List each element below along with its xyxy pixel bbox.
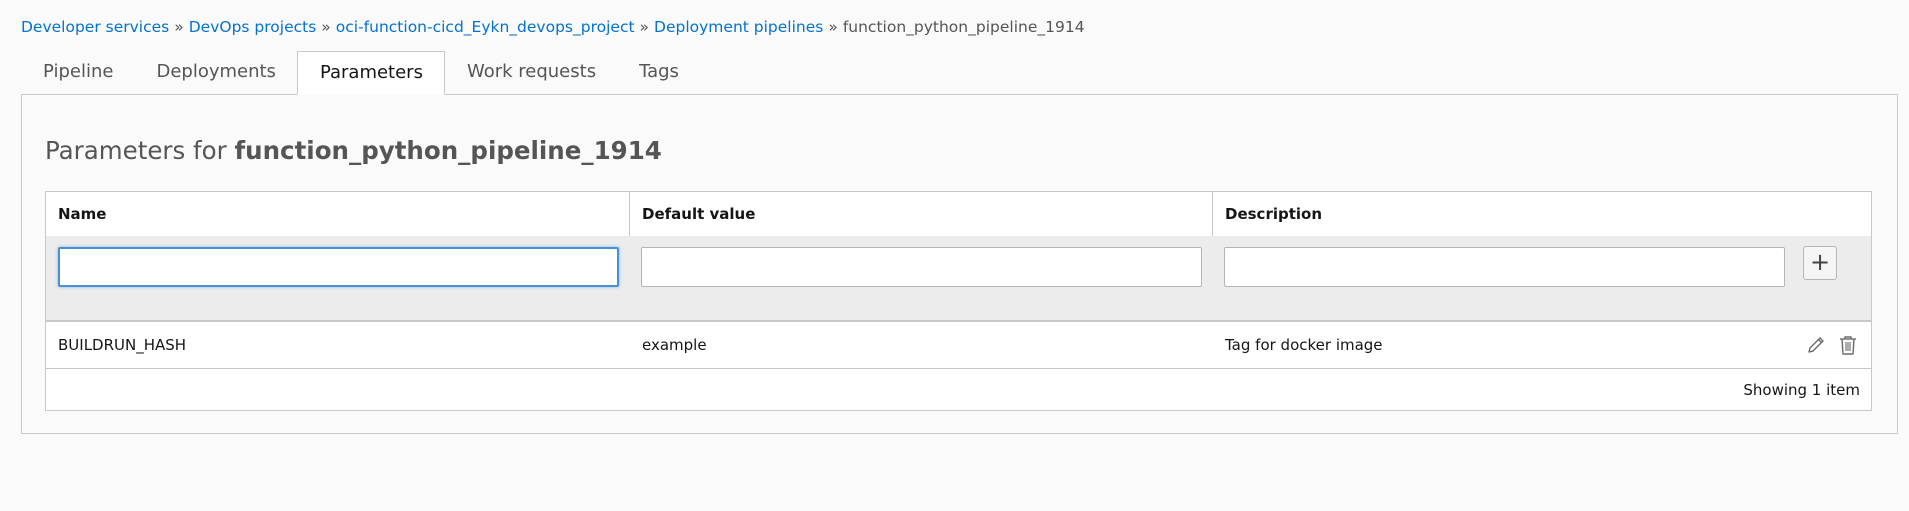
panel-title-prefix: Parameters for — [45, 136, 227, 165]
parameter-default-value: example — [642, 336, 707, 354]
breadcrumb-current: function_python_pipeline_1914 — [842, 18, 1085, 36]
panel-title-pipeline-name: function_python_pipeline_1914 — [234, 136, 662, 165]
breadcrumb-developer-services[interactable]: Developer services — [21, 18, 169, 36]
breadcrumb-separator: » — [174, 18, 184, 36]
new-parameter-row: + — [46, 236, 1871, 322]
parameter-name: BUILDRUN_HASH — [58, 336, 187, 354]
column-header-description: Description — [1225, 205, 1323, 223]
row-actions — [1805, 334, 1859, 356]
panel-title: Parameters for function_python_pipeline_… — [45, 136, 662, 165]
breadcrumb-separator: » — [639, 18, 650, 36]
tab-bar: Pipeline Deployments Parameters Work req… — [21, 51, 700, 95]
parameters-panel: Parameters for function_python_pipeline_… — [21, 94, 1898, 434]
pencil-icon[interactable] — [1805, 334, 1827, 356]
breadcrumb-separator: » — [828, 18, 838, 36]
tab-work-requests[interactable]: Work requests — [445, 51, 617, 93]
plus-icon: + — [1809, 248, 1831, 276]
tab-deployments[interactable]: Deployments — [134, 51, 296, 93]
tab-tags[interactable]: Tags — [617, 51, 700, 93]
column-header-default-value: Default value — [630, 192, 1213, 236]
new-parameter-description-input[interactable] — [1224, 247, 1785, 287]
new-parameter-default-value-input[interactable] — [641, 247, 1202, 287]
breadcrumb-separator: » — [321, 18, 331, 36]
breadcrumb-deployment-pipelines[interactable]: Deployment pipelines — [654, 18, 823, 36]
table-row: BUILDRUN_HASH example Tag for docker ima… — [46, 322, 1871, 369]
table-footer: Showing 1 item — [46, 369, 1871, 411]
column-header-name: Name — [46, 192, 630, 236]
tab-pipeline[interactable]: Pipeline — [21, 51, 134, 93]
parameters-table: Name Default value Description + BUILDRU… — [45, 191, 1872, 411]
tab-parameters[interactable]: Parameters — [296, 51, 445, 95]
breadcrumb: Developer services» DevOps projects» oci-f… — [21, 17, 1085, 37]
new-parameter-name-input[interactable] — [58, 247, 619, 287]
table-header: Name Default value Description — [46, 192, 1871, 237]
breadcrumb-devops-projects[interactable]: DevOps projects — [189, 18, 317, 36]
parameter-description: Tag for docker image — [1225, 336, 1383, 354]
item-count: Showing 1 item — [1743, 381, 1860, 399]
breadcrumb-project[interactable]: oci-function-cicd_Eykn_devops_project — [336, 18, 635, 36]
add-parameter-button[interactable]: + — [1803, 246, 1837, 280]
page: Developer services» DevOps projects» oci-f… — [0, 0, 1909, 511]
trash-icon[interactable] — [1837, 334, 1859, 356]
